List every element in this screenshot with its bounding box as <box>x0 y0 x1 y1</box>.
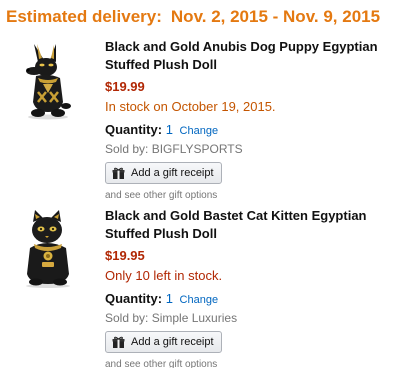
sold-by: Sold by: Simple Luxuries <box>105 311 238 325</box>
quantity-value: 1 <box>165 291 173 306</box>
stock-status: Only 10 left in stock. <box>105 268 223 283</box>
add-gift-receipt-button[interactable]: Add a gift receipt <box>105 331 222 353</box>
delivery-date-range: Nov. 2, 2015 - Nov. 9, 2015 <box>170 7 381 26</box>
quantity-row: Quantity: 1 Change <box>105 290 390 309</box>
add-gift-receipt-button[interactable]: Add a gift receipt <box>105 162 222 184</box>
estimated-delivery-heading: Estimated delivery: Nov. 2, 2015 - Nov. 9… <box>6 7 380 27</box>
gift-icon <box>112 336 125 348</box>
change-quantity-link[interactable]: Change <box>180 294 219 306</box>
gift-receipt-label: Add a gift receipt <box>131 336 214 348</box>
item-details: Black and Gold Anubis Dog Puppy Egyptian… <box>105 38 390 202</box>
product-image-anubis-dog[interactable] <box>16 40 80 120</box>
product-image-bastet-cat[interactable] <box>16 208 80 288</box>
quantity-value: 1 <box>165 122 173 137</box>
other-gift-options-text: and see other gift options <box>105 189 218 201</box>
quantity-row: Quantity: 1 Change <box>105 121 390 140</box>
stock-status: In stock on October 19, 2015. <box>105 99 276 114</box>
change-quantity-link[interactable]: Change <box>180 125 219 137</box>
other-gift-options-text: and see other gift options <box>105 358 218 368</box>
product-title[interactable]: Black and Gold Anubis Dog Puppy Egyptian… <box>105 38 390 74</box>
quantity-label: Quantity: <box>105 122 163 137</box>
gift-icon <box>112 167 125 179</box>
quantity-label: Quantity: <box>105 291 163 306</box>
sold-by: Sold by: BIGFLYSPORTS <box>105 142 243 156</box>
item-details: Black and Gold Bastet Cat Kitten Egyptia… <box>105 207 390 368</box>
product-title[interactable]: Black and Gold Bastet Cat Kitten Egyptia… <box>105 207 390 243</box>
gift-receipt-label: Add a gift receipt <box>131 167 214 179</box>
product-price: $19.95 <box>105 248 145 263</box>
delivery-label: Estimated delivery: <box>6 7 162 26</box>
product-price: $19.99 <box>105 79 145 94</box>
